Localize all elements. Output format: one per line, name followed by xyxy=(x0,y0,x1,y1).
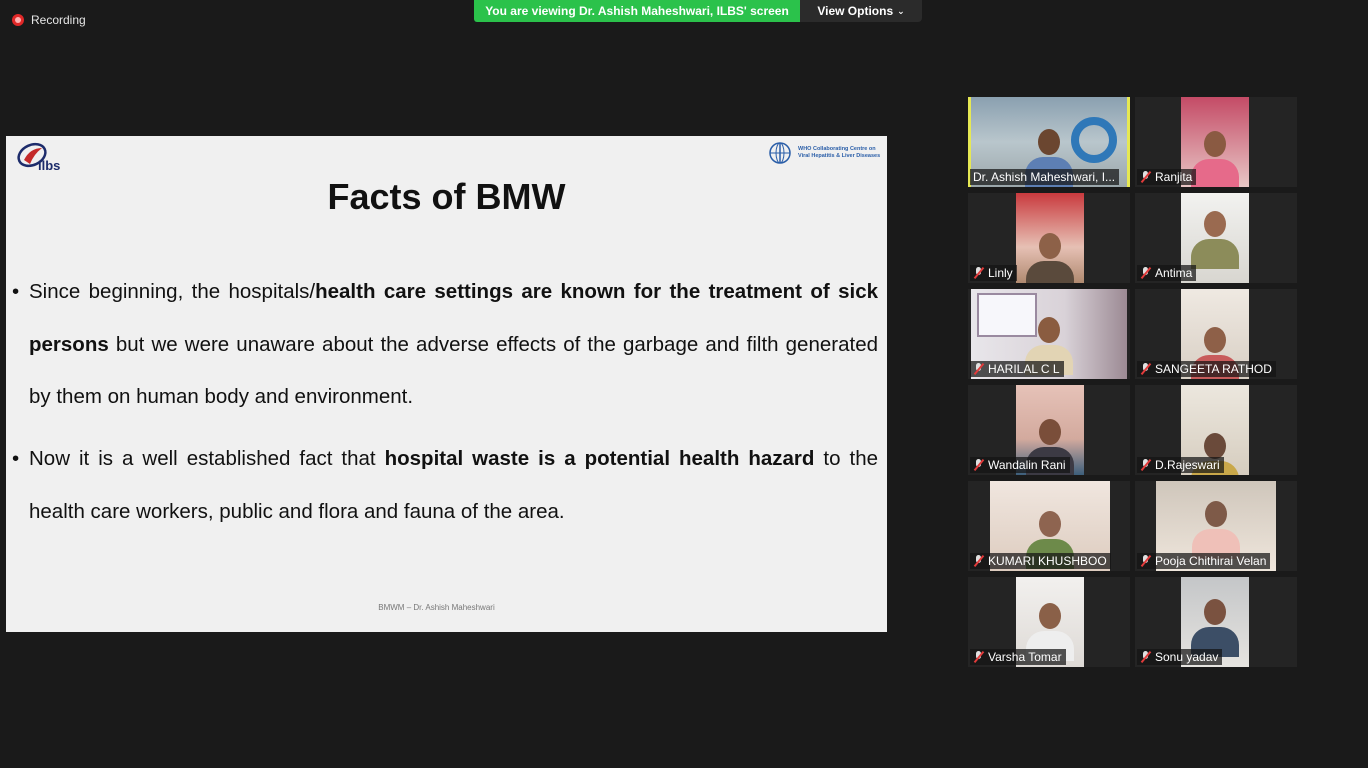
muted-mic-icon xyxy=(973,555,984,567)
who-logo-text: WHO Collaborating Centre on Viral Hepati… xyxy=(798,146,881,159)
muted-mic-icon xyxy=(973,459,984,471)
viewing-banner: You are viewing Dr. Ashish Maheshwari, I… xyxy=(474,0,800,22)
chevron-down-icon: ⌄ xyxy=(897,5,905,16)
muted-mic-icon xyxy=(1140,171,1151,183)
participant-tile[interactable]: Varsha Tomar xyxy=(968,577,1130,667)
participant-tile[interactable]: SANGEETA RATHOD xyxy=(1135,289,1297,379)
slide-bullet-2: • Now it is a well established fact that… xyxy=(12,433,878,538)
muted-mic-icon xyxy=(973,267,984,279)
bullet-marker: • xyxy=(12,280,20,303)
participant-name-label: Wandalin Rani xyxy=(970,457,1070,473)
muted-mic-icon xyxy=(1140,459,1151,471)
muted-mic-icon xyxy=(1140,555,1151,567)
participant-tile[interactable]: KUMARI KHUSHBOO xyxy=(968,481,1130,571)
participant-name: Antima xyxy=(1155,266,1193,280)
participant-name-label: D.Rajeswari xyxy=(1137,457,1224,473)
participant-name: Varsha Tomar xyxy=(988,650,1062,664)
participant-name-label: Antima xyxy=(1137,265,1197,281)
participant-name-label: Pooja Chithirai Velan xyxy=(1137,553,1271,569)
participant-tile[interactable]: Pooja Chithirai Velan xyxy=(1135,481,1297,571)
poster-chart-decoration xyxy=(1071,117,1117,163)
participant-figure xyxy=(1191,131,1239,187)
participant-tile[interactable]: Sonu yadav xyxy=(1135,577,1297,667)
participant-name: SANGEETA RATHOD xyxy=(1155,362,1272,376)
participant-tile[interactable]: HARILAL C L xyxy=(968,289,1130,379)
who-logo: WHO Collaborating Centre on Viral Hepati… xyxy=(766,140,884,166)
participant-tile[interactable]: Linly xyxy=(968,193,1130,283)
muted-mic-icon xyxy=(1140,363,1151,375)
recording-icon xyxy=(12,14,24,26)
participant-name: Wandalin Rani xyxy=(988,458,1066,472)
muted-mic-icon xyxy=(1140,651,1151,663)
participant-tile[interactable]: D.Rajeswari xyxy=(1135,385,1297,475)
bullet1-text-a: Since beginning, the hospitals/ xyxy=(29,280,316,303)
participant-name: KUMARI KHUSHBOO xyxy=(988,554,1107,568)
participant-name-label: Sonu yadav xyxy=(1137,649,1223,665)
participant-name: HARILAL C L xyxy=(988,362,1060,376)
muted-mic-icon xyxy=(1140,267,1151,279)
participant-figure xyxy=(1192,501,1240,559)
participant-name-label: SANGEETA RATHOD xyxy=(1137,361,1276,377)
participant-name-label: HARILAL C L xyxy=(970,361,1064,377)
participant-figure xyxy=(1026,233,1074,283)
slide-bullet-1: • Since beginning, the hospitals/health … xyxy=(12,266,878,424)
participant-name-label: KUMARI KHUSHBOO xyxy=(970,553,1111,569)
participant-figure xyxy=(1191,211,1239,269)
recording-indicator[interactable]: Recording xyxy=(12,12,86,28)
participant-name: Ranjita xyxy=(1155,170,1193,184)
bullet-marker: • xyxy=(12,447,20,470)
participant-name: Pooja Chithirai Velan xyxy=(1155,554,1267,568)
bullet2-text-bold: hospital waste is a potential health haz… xyxy=(384,447,815,470)
recording-label: Recording xyxy=(31,13,86,27)
muted-mic-icon xyxy=(973,651,984,663)
participant-tile[interactable]: Dr. Ashish Maheshwari, I... xyxy=(968,97,1130,187)
muted-mic-icon xyxy=(973,363,984,375)
who-emblem-icon xyxy=(769,142,791,164)
bullet2-text-a: Now it is a well established fact that xyxy=(29,447,385,470)
shared-screen-slide: ilbs WHO Collaborating Centre on Viral H… xyxy=(6,136,887,632)
ilbs-logo-text: ilbs xyxy=(38,158,61,173)
participant-name: Sonu yadav xyxy=(1155,650,1219,664)
participant-video xyxy=(1016,193,1084,283)
participant-tile[interactable]: Antima xyxy=(1135,193,1297,283)
view-options-button[interactable]: View Options ⌄ xyxy=(800,0,922,22)
participant-name-label: Varsha Tomar xyxy=(970,649,1066,665)
view-options-label: View Options xyxy=(817,4,894,18)
participant-name-label: Linly xyxy=(970,265,1017,281)
participant-name-label: Dr. Ashish Maheshwari, I... xyxy=(970,169,1120,185)
participant-name-label: Ranjita xyxy=(1137,169,1197,185)
participant-tile[interactable]: Ranjita xyxy=(1135,97,1297,187)
participant-tile[interactable]: Wandalin Rani xyxy=(968,385,1130,475)
participant-name: Linly xyxy=(988,266,1013,280)
bullet1-text-b: but we were unaware about the adverse ef… xyxy=(29,332,878,409)
slide-title: Facts of BMW xyxy=(327,176,566,217)
participant-name: Dr. Ashish Maheshwari, I... xyxy=(973,170,1116,184)
participant-name: D.Rajeswari xyxy=(1155,458,1220,472)
slide-footer: BMWM – Dr. Ashish Maheshwari xyxy=(378,603,495,612)
